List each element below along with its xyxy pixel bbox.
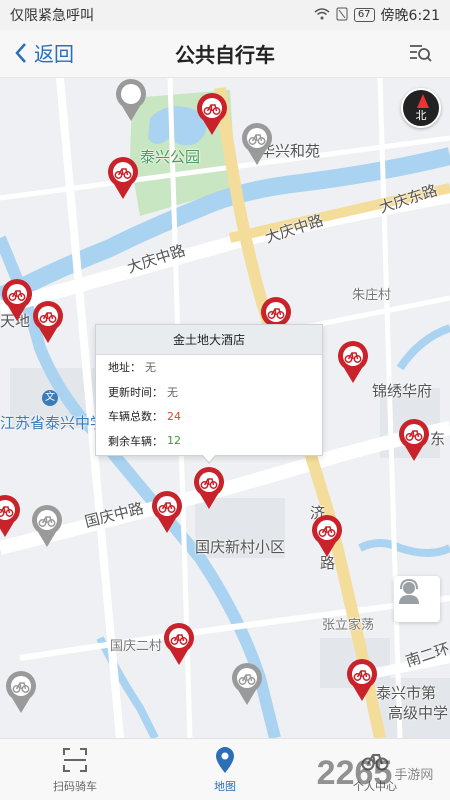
watermark-sub: 手游网 bbox=[394, 766, 434, 782]
bike-station-pin[interactable] bbox=[162, 622, 196, 666]
bike-station-pin[interactable] bbox=[195, 92, 229, 136]
bike-station-pin-inactive[interactable] bbox=[30, 504, 64, 548]
status-bar: 仅限紧急呼叫 67 傍晚6:21 bbox=[0, 0, 450, 30]
bike-pin-red-icon bbox=[312, 515, 342, 557]
scan-icon bbox=[63, 747, 87, 772]
update-time-row: 更新时间： 无 bbox=[96, 380, 322, 405]
compass-needle-icon bbox=[417, 94, 429, 108]
remaining-bikes-label: 剩余车辆： bbox=[108, 434, 163, 448]
bike-station-pin[interactable] bbox=[345, 658, 379, 702]
update-time-label: 更新时间： bbox=[108, 385, 163, 399]
total-bikes-row: 车辆总数： 24 bbox=[96, 404, 322, 429]
wifi-icon bbox=[314, 7, 330, 23]
app-header: 返回 公共自行车 bbox=[0, 30, 450, 78]
bike-pin-red-icon bbox=[0, 495, 20, 537]
bike-pin-red-icon bbox=[152, 491, 182, 533]
address-row: 地址： 无 bbox=[96, 355, 322, 380]
popup-pointer-inner bbox=[202, 454, 216, 462]
customer-service-button[interactable] bbox=[394, 576, 440, 622]
bike-station-pin[interactable] bbox=[106, 156, 140, 200]
map-label-park: 泰兴公园 bbox=[140, 148, 201, 166]
station-name: 金土地大酒店 bbox=[96, 325, 322, 355]
bike-pin-red-icon bbox=[338, 341, 368, 383]
battery-icon: 67 bbox=[353, 8, 375, 22]
remaining-bikes-value: 12 bbox=[167, 434, 181, 448]
map-label-guoqing-er: 国庆二村 bbox=[110, 639, 163, 654]
watermark-text: 2265 bbox=[316, 753, 393, 792]
status-time: 傍晚6:21 bbox=[380, 8, 440, 24]
bike-station-pin-inactive[interactable] bbox=[114, 78, 148, 122]
bike-station-pin[interactable] bbox=[31, 300, 65, 344]
map-label-dong: 东 bbox=[430, 430, 446, 448]
bike-station-pin[interactable] bbox=[336, 340, 370, 384]
bike-pin-gray-icon bbox=[6, 671, 37, 713]
update-time-value: 无 bbox=[167, 385, 178, 399]
bike-pin-gray-icon bbox=[116, 79, 146, 121]
bike-station-pin[interactable] bbox=[397, 418, 431, 462]
bike-pin-gray-icon bbox=[32, 505, 63, 547]
location-pin-icon bbox=[216, 746, 234, 773]
bike-station-pin[interactable] bbox=[150, 490, 184, 534]
list-search-icon bbox=[410, 45, 432, 62]
total-bikes-value: 24 bbox=[167, 409, 181, 423]
address-value: 无 bbox=[145, 361, 156, 375]
compass-button[interactable]: 北 bbox=[401, 88, 441, 128]
page-title: 公共自行车 bbox=[175, 43, 275, 67]
watermark-logo: 2265 手游网 bbox=[300, 748, 450, 798]
school-poi-icon: 文 bbox=[42, 390, 58, 406]
bike-station-pin-inactive[interactable] bbox=[240, 122, 274, 166]
bike-station-pin[interactable] bbox=[310, 514, 344, 558]
selected-bike-station-pin[interactable] bbox=[192, 466, 226, 510]
bike-pin-gray-icon bbox=[232, 663, 262, 705]
nav-scan-label: 扫码骑车 bbox=[53, 779, 97, 793]
list-search-button[interactable] bbox=[408, 42, 434, 66]
carrier-text: 仅限紧急呼叫 bbox=[10, 8, 94, 24]
address-label: 地址： bbox=[108, 361, 141, 375]
map-label-taixing-no: 泰兴市第 bbox=[376, 684, 437, 702]
bike-station-pin[interactable] bbox=[0, 494, 22, 538]
bike-pin-red-icon bbox=[347, 659, 377, 701]
map-view[interactable]: 泰兴公园 华兴和苑 大庆东路 大庆中路 大庆中路 朱庄村 天地 锦绣华府 江苏省… bbox=[0, 78, 450, 738]
no-sim-icon bbox=[336, 7, 348, 24]
remaining-bikes-row: 剩余车辆： 12 bbox=[96, 429, 322, 454]
bike-pin-red-icon bbox=[2, 279, 33, 321]
bike-pin-gray-icon bbox=[242, 123, 272, 165]
bike-pin-red-icon bbox=[33, 301, 64, 343]
map-label-high-school: 高级中学 bbox=[388, 704, 449, 722]
nav-scan-ride[interactable]: 扫码骑车 bbox=[0, 739, 150, 800]
bike-pin-red-icon bbox=[399, 419, 429, 461]
headset-person-icon bbox=[399, 578, 419, 604]
nav-map-label: 地图 bbox=[214, 779, 236, 793]
nav-map[interactable]: 地图 bbox=[150, 739, 300, 800]
bike-station-pin-inactive[interactable] bbox=[230, 662, 264, 706]
bike-pin-red-icon bbox=[164, 623, 194, 665]
map-label-guoqing-village: 国庆新村小区 bbox=[195, 538, 286, 556]
map-label-zhangli: 张立家荡 bbox=[322, 618, 375, 633]
total-bikes-label: 车辆总数： bbox=[108, 410, 163, 424]
bike-pin-red-icon bbox=[197, 93, 227, 135]
bike-pin-red-icon bbox=[108, 157, 138, 199]
bike-station-pin[interactable] bbox=[0, 278, 34, 322]
bike-station-pin-inactive[interactable] bbox=[4, 670, 38, 714]
compass-label: 北 bbox=[415, 109, 427, 122]
map-label-jinxiu: 锦绣华府 bbox=[372, 382, 433, 400]
bike-pin-red-icon bbox=[194, 467, 224, 509]
status-icons: 67 傍晚6:21 bbox=[314, 5, 440, 25]
map-label-school: 江苏省泰兴中学 bbox=[0, 414, 106, 432]
station-info-popup: 金土地大酒店 地址： 无 更新时间： 无 车辆总数： 24 剩余车辆： 12 bbox=[95, 324, 323, 464]
map-label-zhuzhuang: 朱庄村 bbox=[352, 288, 392, 303]
